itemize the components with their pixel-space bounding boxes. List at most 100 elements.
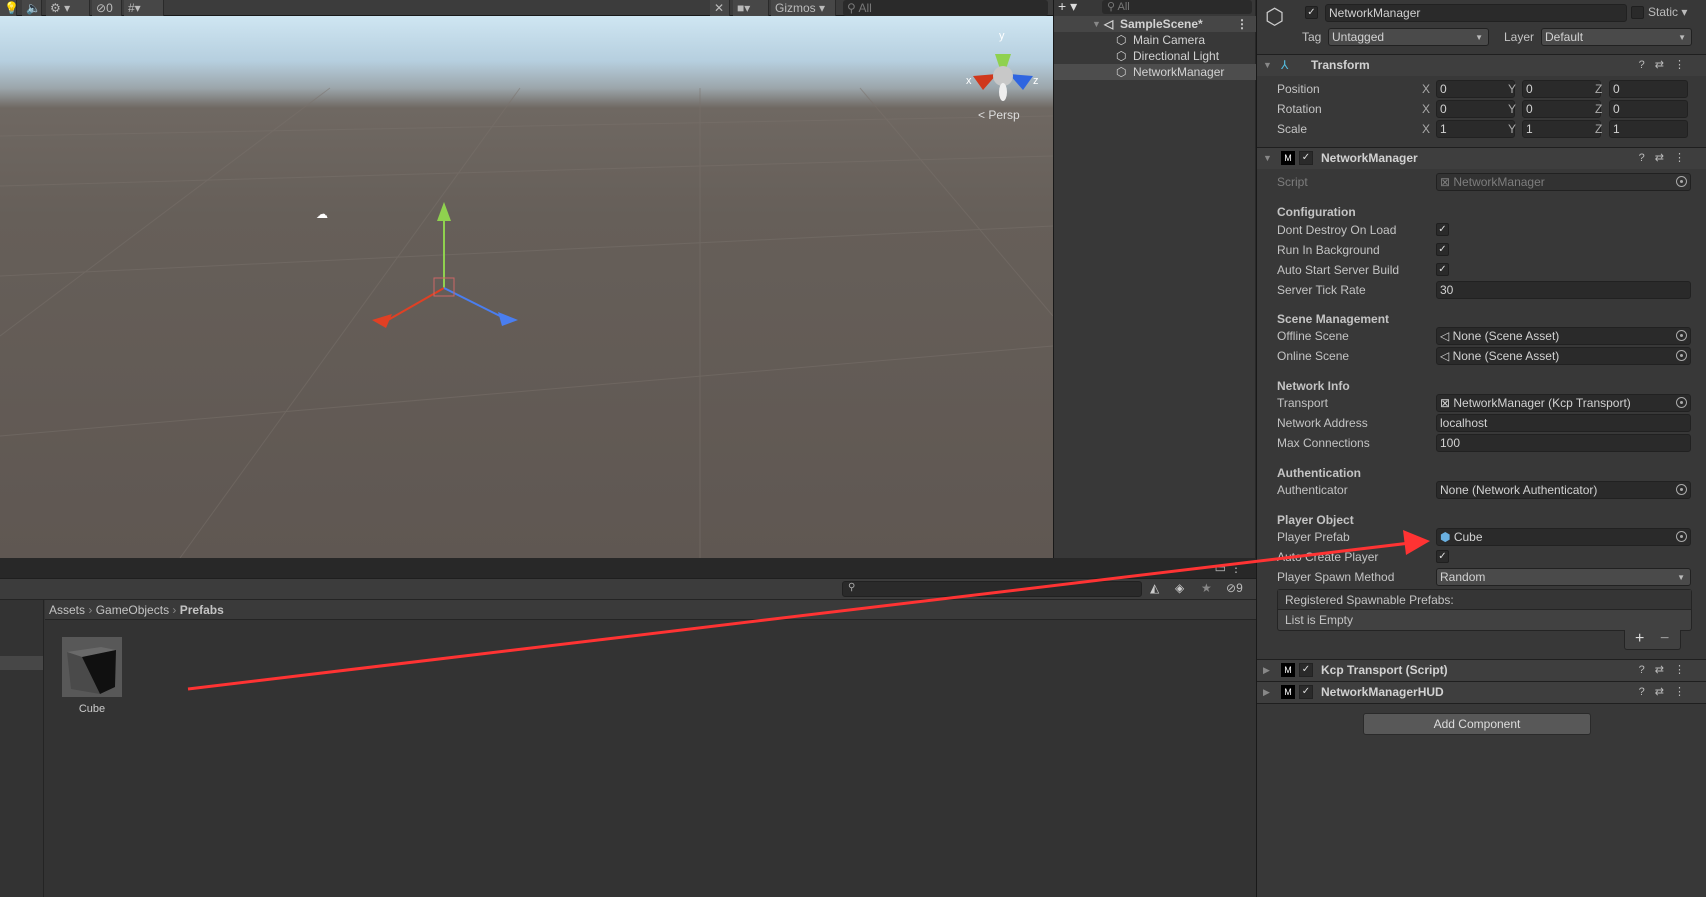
tick-rate-input[interactable]: 30 [1436,281,1691,299]
hierarchy-panel: + ▾ ⚲ All ▼ ◁ SampleScene* ⋮ ⬡ Main Camera ⬡… [1053,0,1256,558]
component-title: Kcp Transport (Script) [1321,663,1448,677]
enabled-checkbox[interactable]: ✓ [1299,685,1313,699]
gizmos-label: Gizmos [775,1,816,15]
axis-label: Y [1508,102,1517,116]
layer-dropdown[interactable]: Default [1541,28,1692,46]
enabled-checkbox[interactable]: ✓ [1299,151,1313,165]
max-connections-input[interactable]: 100 [1436,434,1691,452]
list-add-button[interactable]: + [1635,630,1644,648]
light-toggle-icon[interactable]: 💡 [0,0,19,16]
scale-z-input[interactable]: 1 [1609,120,1688,138]
address-input[interactable]: localhost [1436,414,1691,432]
kcp-transport-header[interactable]: ▶ M ✓ Kcp Transport (Script) ?⇄⋮ [1257,659,1706,681]
axis-label: Z [1595,102,1603,116]
static-label: Static [1648,5,1679,19]
move-gizmo[interactable] [372,202,518,328]
run-bg-checkbox[interactable]: ✓ [1436,243,1449,256]
script-label: Script [1277,175,1308,189]
hierarchy-item-selected[interactable]: ⬡ NetworkManager [1054,64,1256,80]
transform-header[interactable]: ▼ ⅄ Transform ?⇄⋮ [1257,54,1706,76]
section-authentication: Authentication [1277,466,1361,480]
divider [1257,703,1706,704]
breadcrumb-item[interactable]: Assets [49,603,85,617]
component-actions[interactable]: ?⇄⋮ [1639,685,1695,698]
networkmanager-header[interactable]: ▼ M ✓ NetworkManager ?⇄⋮ [1257,147,1706,169]
filter-by-label-icon[interactable]: ◈ [1175,581,1184,595]
hierarchy-item[interactable]: ⬡ Directional Light [1054,48,1256,64]
component-actions[interactable]: ?⇄⋮ [1639,663,1695,676]
hierarchy-item[interactable]: ⬡ Main Camera [1054,32,1256,48]
authenticator-field[interactable]: None (Network Authenticator) [1436,481,1691,499]
hidden-packages-toggle[interactable]: ⊘9 [1226,581,1243,595]
hidden-objects-toggle[interactable]: ⊘0 [92,0,122,16]
component-title: NetworkManagerHUD [1321,685,1444,699]
tag-dropdown[interactable]: Untagged [1328,28,1489,46]
create-button[interactable]: + ▾ [1058,0,1088,15]
static-checkbox[interactable] [1631,6,1644,19]
projection-label: Persp [988,108,1020,122]
scene-root-item[interactable]: ▼ ◁ SampleScene* ⋮ [1054,16,1256,32]
mirror-script-icon: M [1281,151,1295,165]
auto-start-checkbox[interactable]: ✓ [1436,263,1449,276]
more-icon[interactable]: ⋮ [1230,561,1242,575]
rotation-y-input[interactable]: 0 [1522,100,1601,118]
axis-label: X [1422,122,1431,136]
position-x-input[interactable]: 0 [1436,80,1515,98]
tools-icon[interactable]: ✕ [710,0,730,16]
scale-x-input[interactable]: 1 [1436,120,1515,138]
dont-destroy-checkbox[interactable]: ✓ [1436,223,1449,236]
axis-label: X [1422,82,1431,96]
maximize-icon[interactable]: ▭ [1215,561,1226,575]
prefab-icon: ⬢ [1440,530,1451,544]
offline-scene-label: Offline Scene [1277,329,1349,343]
position-y-input[interactable]: 0 [1522,80,1601,98]
asset-item-cube[interactable]: Cube [62,637,122,717]
audio-toggle-icon[interactable]: 🔈 [22,0,42,16]
effects-dropdown[interactable]: ⚙ ▾ [46,0,90,16]
object-picker-icon [1676,397,1687,408]
max-connections-label: Max Connections [1277,436,1370,450]
component-actions[interactable]: ?⇄⋮ [1639,151,1695,164]
add-component-button[interactable]: Add Component [1363,713,1591,735]
hidden-count: 9 [1236,581,1243,595]
static-dropdown[interactable]: Static ▾ [1648,5,1687,19]
active-checkbox[interactable]: ✓ [1305,6,1318,19]
tick-rate-label: Server Tick Rate [1277,283,1366,297]
scene-search-input[interactable]: ⚲ All [843,0,1048,16]
enabled-checkbox[interactable]: ✓ [1299,663,1313,677]
object-picker-icon [1676,531,1687,542]
mirror-script-icon: M [1281,663,1295,677]
favorites-star-icon[interactable]: ★ [1201,581,1212,595]
networkmanagerhud-header[interactable]: ▶ M ✓ NetworkManagerHUD ?⇄⋮ [1257,681,1706,703]
orientation-gizmo-icon[interactable] [973,54,1033,101]
grid-dropdown[interactable]: #▾ [124,0,164,16]
offline-scene-field[interactable]: ◁ None (Scene Asset) [1436,327,1691,345]
scale-y-input[interactable]: 1 [1522,120,1601,138]
auto-create-checkbox[interactable]: ✓ [1436,550,1449,563]
projection-toggle[interactable]: < Persp [978,108,1020,122]
position-z-input[interactable]: 0 [1609,80,1688,98]
more-icon[interactable]: ⋮ [1236,16,1248,32]
project-folder-tree[interactable] [0,600,44,897]
camera-dropdown[interactable]: ■▾ [733,0,769,16]
mirror-script-icon: M [1281,685,1295,699]
object-picker-icon [1676,350,1687,361]
player-prefab-field[interactable]: ⬢ Cube [1436,528,1691,546]
component-actions[interactable]: ?⇄⋮ [1639,58,1695,71]
transport-label: Transport [1277,396,1328,410]
object-name-input[interactable]: NetworkManager [1325,4,1627,22]
filter-by-type-icon[interactable]: ◭ [1150,581,1159,595]
breadcrumb-item[interactable]: GameObjects [96,603,169,617]
online-scene-field[interactable]: ◁ None (Scene Asset) [1436,347,1691,365]
rotation-z-input[interactable]: 0 [1609,100,1688,118]
gizmos-dropdown[interactable]: Gizmos ▾ [771,0,836,16]
project-search-input[interactable]: ⚲ [842,581,1142,597]
transport-field[interactable]: ⊠ NetworkManager (Kcp Transport) [1436,394,1691,412]
scene-view[interactable]: ☁ y x z < Persp [0,16,1053,558]
spawn-method-dropdown[interactable]: Random [1436,568,1691,586]
hierarchy-search-input[interactable]: ⚲ All [1102,0,1252,14]
breadcrumb-item-current[interactable]: Prefabs [180,603,224,617]
asset-label: Cube [78,703,106,715]
rotation-x-input[interactable]: 0 [1436,100,1515,118]
list-remove-button[interactable]: − [1660,630,1669,648]
